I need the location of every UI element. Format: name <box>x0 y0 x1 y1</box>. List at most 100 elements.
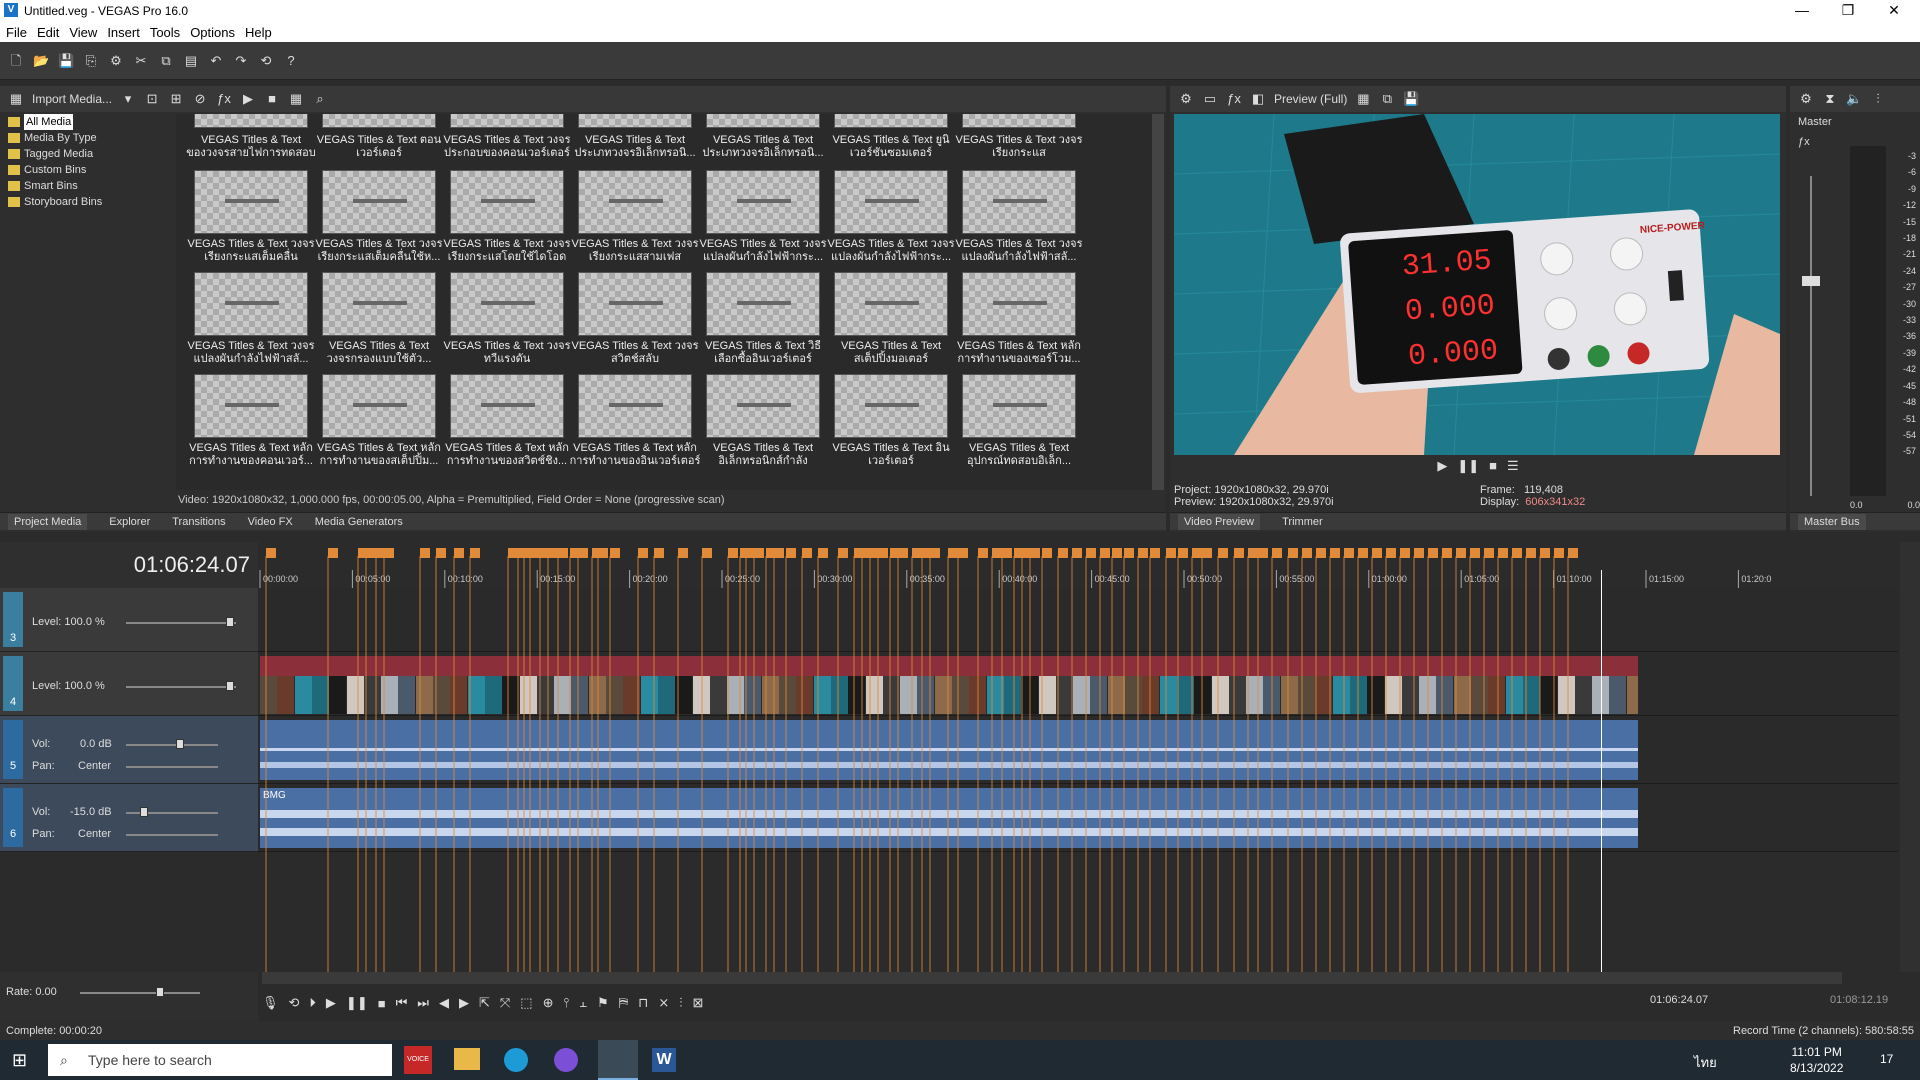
preview-quality-select[interactable]: Preview (Full) <box>1274 92 1347 106</box>
pan-slider[interactable] <box>126 766 218 768</box>
menu-file[interactable]: File <box>6 25 27 40</box>
voice-meeter-icon[interactable]: VOICE <box>404 1046 432 1074</box>
menu-view[interactable]: View <box>69 25 97 40</box>
media-thumbnail[interactable] <box>194 170 308 234</box>
timeline-hscroll[interactable] <box>262 972 1842 984</box>
media-thumbnail[interactable] <box>834 374 948 438</box>
speaker-icon[interactable]: 🔈 <box>1846 91 1862 107</box>
play-from-start-icon[interactable]: ⏵ <box>309 995 316 1011</box>
media-scrollbar[interactable] <box>1152 114 1164 490</box>
media-thumbnail[interactable] <box>194 114 308 128</box>
redo-icon[interactable]: ↷ <box>233 53 249 69</box>
vol-slider[interactable] <box>126 744 218 746</box>
go-to-start-icon[interactable]: ⏮ <box>396 995 408 1011</box>
overlays-grid-icon[interactable]: ▦ <box>1355 91 1371 107</box>
tab-explorer[interactable]: Explorer <box>109 516 150 528</box>
tab-master-bus[interactable]: Master Bus <box>1798 513 1866 530</box>
menu-edit[interactable]: Edit <box>37 25 59 40</box>
edit-tool-icon[interactable]: ⇱ <box>479 995 490 1011</box>
level-slider[interactable] <box>126 686 236 688</box>
media-thumbnail[interactable] <box>834 170 948 234</box>
media-thumbnail[interactable] <box>706 170 820 234</box>
stop-icon[interactable]: ■ <box>264 91 280 107</box>
capture-icon[interactable]: ⊡ <box>144 91 160 107</box>
vol-knob[interactable] <box>140 807 148 817</box>
menu-tools[interactable]: Tools <box>150 25 180 40</box>
media-thumbnail[interactable] <box>194 272 308 336</box>
import-media-button[interactable]: Import Media... <box>32 92 112 106</box>
snapping-icon[interactable]: ⊓ <box>638 995 648 1011</box>
word-icon[interactable]: W <box>652 1048 676 1072</box>
file-explorer-icon[interactable] <box>454 1048 480 1070</box>
marker-icon[interactable]: ⚑ <box>597 995 609 1011</box>
copy-snapshot-icon[interactable]: ⧉ <box>1379 91 1395 107</box>
record-icon[interactable]: 🎙 <box>262 995 279 1011</box>
tree-item-smart-bins[interactable]: Smart Bins <box>8 178 173 194</box>
mixer-icon[interactable]: ⫶ <box>1870 91 1886 107</box>
level-knob[interactable] <box>226 681 234 691</box>
ripple-icon[interactable]: ⫶ <box>679 995 682 1011</box>
media-thumbnail[interactable] <box>962 272 1076 336</box>
undo-icon[interactable]: ↶ <box>208 53 224 69</box>
menu-insert[interactable]: Insert <box>107 25 140 40</box>
track-header-4[interactable]: 4 Level: 100.0 % <box>0 652 258 716</box>
fx-icon[interactable]: ƒx <box>1226 91 1242 107</box>
render-icon[interactable]: ⟲ <box>258 53 274 69</box>
save-icon[interactable]: 💾 <box>58 53 74 69</box>
tab-project-media[interactable]: Project Media <box>8 513 88 530</box>
get-media-icon[interactable]: ⊞ <box>168 91 184 107</box>
paste-icon[interactable]: ▤ <box>183 53 199 69</box>
maximize-icon[interactable]: ❐ <box>1828 2 1868 19</box>
media-thumbnail[interactable] <box>322 114 436 128</box>
menu-icon[interactable]: ☰ <box>1507 458 1519 480</box>
preview-settings-gear-icon[interactable]: ⚙ <box>1178 91 1194 107</box>
media-thumbnail[interactable] <box>706 114 820 128</box>
pause-icon[interactable]: ❚❚ <box>346 995 368 1011</box>
tree-item-storyboard-bins[interactable]: Storyboard Bins <box>8 194 173 210</box>
tab-transitions[interactable]: Transitions <box>172 516 225 528</box>
input-language[interactable]: ไทย <box>1694 1052 1717 1073</box>
lock-envelopes-icon[interactable]: ⊠ <box>692 995 703 1011</box>
track-header-6[interactable]: 6 Vol: -15.0 dB Pan: Center <box>0 784 258 852</box>
tree-item-all-media[interactable]: All Media <box>8 114 173 130</box>
rate-slider[interactable] <box>80 992 200 994</box>
media-thumbnail[interactable] <box>962 114 1076 128</box>
timeline-vscroll[interactable] <box>1900 542 1920 972</box>
dropdown-icon[interactable]: ▾ <box>120 91 136 107</box>
tree-item-media-by-type[interactable]: Media By Type <box>8 130 173 146</box>
envelope-tool-icon[interactable]: ⤧ <box>500 995 510 1011</box>
external-monitor-icon[interactable]: ▭ <box>1202 91 1218 107</box>
copy-icon[interactable]: ⧉ <box>158 53 174 69</box>
media-thumbnail[interactable] <box>450 272 564 336</box>
media-thumbnail[interactable] <box>578 114 692 128</box>
pause-icon[interactable]: ❚❚ <box>1457 458 1479 480</box>
tab-video-preview[interactable]: Video Preview <box>1178 513 1261 530</box>
tab-video-fx[interactable]: Video FX <box>248 516 293 528</box>
discord-icon[interactable] <box>554 1048 578 1072</box>
edge-icon[interactable] <box>504 1048 528 1072</box>
go-to-end-icon[interactable]: ⏭ <box>417 995 429 1011</box>
selection-tool-icon[interactable]: ⬚ <box>520 995 532 1011</box>
remove-icon[interactable]: ⊘ <box>192 91 208 107</box>
next-frame-icon[interactable]: ▶ <box>459 995 469 1011</box>
level-slider[interactable] <box>126 622 236 624</box>
track-header-5[interactable]: 5 Vol: 0.0 dB Pan: Center <box>0 716 258 784</box>
media-thumbnail[interactable] <box>450 374 564 438</box>
downmix-icon[interactable]: ⧗ <box>1822 91 1838 107</box>
tab-trimmer[interactable]: Trimmer <box>1282 516 1323 528</box>
auto-crossfade-icon[interactable]: ⨯ <box>658 995 669 1011</box>
media-thumbnail[interactable] <box>450 170 564 234</box>
views-icon[interactable]: ▦ <box>288 91 304 107</box>
media-thumbnail[interactable] <box>962 374 1076 438</box>
media-thumbnail[interactable] <box>834 114 948 128</box>
rate-knob[interactable] <box>156 987 164 997</box>
media-thumbnail[interactable] <box>962 170 1076 234</box>
media-thumbnail[interactable] <box>322 272 436 336</box>
play-icon[interactable]: ▶ <box>326 995 336 1011</box>
save-snapshot-icon[interactable]: 💾 <box>1403 91 1419 107</box>
media-thumbnail[interactable] <box>322 170 436 234</box>
open-folder-icon[interactable]: 📂 <box>33 53 49 69</box>
trim-icon[interactable]: ⫠ <box>579 995 587 1011</box>
cut-icon[interactable]: ✂ <box>133 53 149 69</box>
split-screen-icon[interactable]: ◧ <box>1250 91 1266 107</box>
